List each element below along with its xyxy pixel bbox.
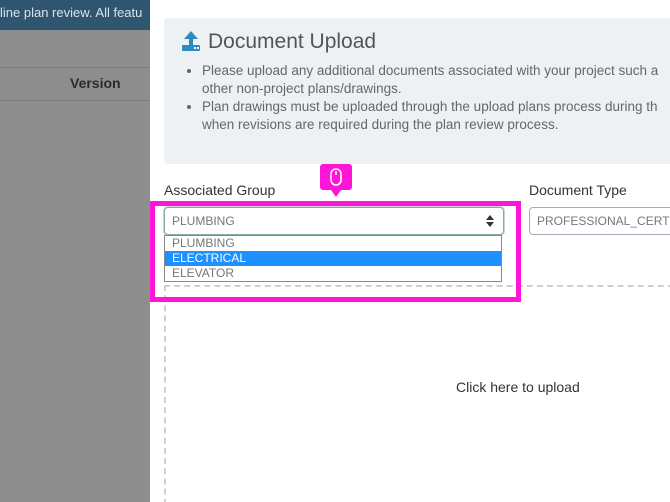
document-type-select[interactable]: PROFESSIONAL_CERTIF bbox=[529, 207, 670, 235]
option-elevator[interactable]: ELEVATOR bbox=[165, 266, 501, 281]
document-upload-panel: Document Upload Please upload any additi… bbox=[150, 0, 670, 502]
background-banner-text: line plan review. All featu bbox=[0, 5, 143, 20]
document-type-value: PROFESSIONAL_CERTIF bbox=[537, 214, 670, 228]
associated-group-select[interactable]: PLUMBING bbox=[164, 207, 504, 235]
upload-title-text: Document Upload bbox=[208, 30, 377, 53]
associated-group-dropdown: PLUMBING ELECTRICAL ELEVATOR bbox=[164, 235, 502, 282]
sort-arrows-icon bbox=[486, 215, 494, 227]
upload-note-2: Plan drawings must be uploaded through t… bbox=[202, 98, 658, 134]
column-header-version: Version bbox=[70, 75, 121, 91]
background-banner: line plan review. All featu bbox=[0, 0, 150, 30]
mouse-click-badge bbox=[320, 164, 352, 197]
mouse-icon bbox=[330, 168, 342, 186]
dropzone-text[interactable]: Click here to upload bbox=[456, 379, 580, 395]
option-plumbing[interactable]: PLUMBING bbox=[165, 236, 501, 251]
upload-notes: Please upload any additional documents a… bbox=[202, 62, 658, 134]
upload-info-box: Document Upload Please upload any additi… bbox=[164, 18, 670, 164]
document-type-label: Document Type bbox=[529, 182, 627, 198]
option-electrical[interactable]: ELECTRICAL bbox=[165, 251, 501, 266]
upload-note-1: Please upload any additional documents a… bbox=[202, 62, 658, 98]
upload-dropzone[interactable] bbox=[164, 285, 670, 502]
upload-icon bbox=[182, 31, 200, 51]
associated-group-label: Associated Group bbox=[164, 182, 276, 198]
upload-title: Document Upload bbox=[180, 30, 376, 54]
associated-group-value: PLUMBING bbox=[172, 214, 235, 228]
